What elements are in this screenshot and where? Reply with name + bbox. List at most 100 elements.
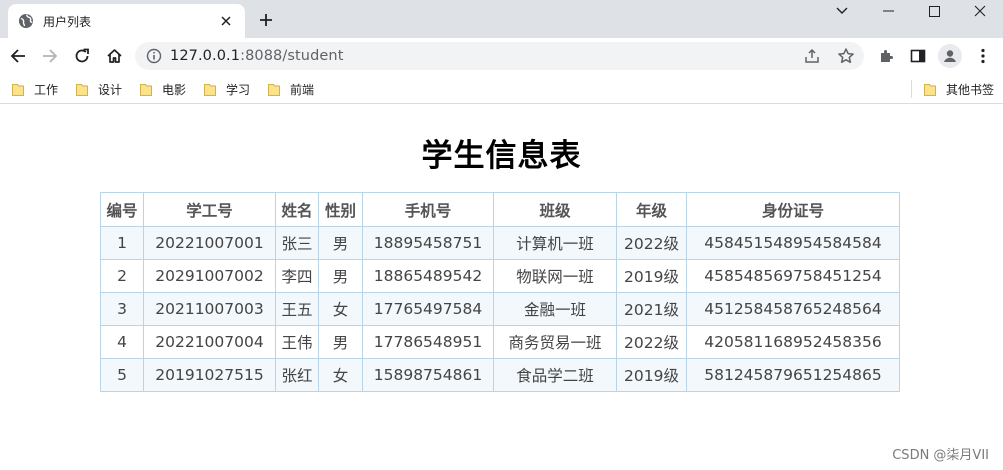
cell-idcard: 420581168952458356 — [686, 325, 900, 359]
cell-phone: 17765497584 — [362, 292, 494, 326]
cell-idcard: 581245879651254865 — [686, 358, 900, 392]
folder-icon — [12, 83, 24, 96]
cell-stuno: 20211007003 — [143, 292, 276, 326]
new-tab-button[interactable] — [256, 10, 276, 30]
cell-grade: 2022级 — [616, 226, 687, 260]
student-table: 编号 学工号 姓名 性别 手机号 班级 年级 身份证号 1 2022100700… — [100, 192, 900, 392]
cell-gender: 女 — [318, 292, 363, 326]
url-text: 127.0.0.1:8088/student — [170, 48, 344, 64]
browser-toolbar: 127.0.0.1:8088/student — [0, 38, 1003, 74]
reload-icon — [75, 48, 89, 63]
profile-avatar[interactable] — [938, 44, 962, 68]
info-icon[interactable] — [146, 48, 162, 64]
bookmarks-bar: 工作 设计 电影 学习 前端 其他书签 — [0, 74, 1003, 104]
cell-stuno: 20221007001 — [143, 226, 276, 260]
cell-id: 1 — [100, 226, 144, 260]
cell-class: 商务贸易一班 — [493, 325, 617, 359]
cell-idcard: 451258458765248564 — [686, 292, 900, 326]
bookmark-folder-study[interactable]: 学习 — [204, 81, 250, 97]
cell-idcard: 458548569758451254 — [686, 259, 900, 293]
folder-icon — [204, 83, 216, 96]
person-icon — [944, 50, 956, 62]
cell-name: 李四 — [275, 259, 319, 293]
cell-gender: 男 — [318, 259, 363, 293]
cell-id: 5 — [100, 358, 144, 392]
cell-stuno: 20221007004 — [143, 325, 276, 359]
cell-id: 2 — [100, 259, 144, 293]
folder-icon — [924, 83, 936, 96]
cell-id: 4 — [100, 325, 144, 359]
cell-grade: 2021级 — [616, 292, 687, 326]
cell-phone: 15898754861 — [362, 358, 494, 392]
header-class: 班级 — [493, 192, 617, 227]
cell-idcard: 458451548954584584 — [686, 226, 900, 260]
bookmark-label: 前端 — [290, 82, 315, 97]
cell-stuno: 20191027515 — [143, 358, 276, 392]
url-path: :8088/student — [240, 48, 344, 64]
bookmark-label: 电影 — [162, 82, 187, 97]
tab-strip: 用户列表 — [0, 0, 1003, 38]
cell-class: 物联网一班 — [493, 259, 617, 293]
cell-id: 3 — [100, 292, 144, 326]
minimize-button[interactable] — [865, 0, 911, 22]
bookmark-folder-design[interactable]: 设计 — [76, 81, 122, 97]
cell-phone: 18865489542 — [362, 259, 494, 293]
cell-name: 王伟 — [275, 325, 319, 359]
globe-icon — [18, 13, 34, 29]
cell-phone: 17786548951 — [362, 325, 494, 359]
table-row: 4 20221007004 王伟 男 17786548951 商务贸易一班 20… — [100, 325, 900, 359]
header-gender: 性别 — [318, 192, 363, 227]
arrow-right-icon — [43, 49, 58, 63]
page-title: 学生信息表 — [421, 138, 582, 174]
table-row: 1 20221007001 张三 男 18895458751 计算机一班 202… — [100, 226, 900, 260]
folder-icon — [268, 83, 280, 96]
tab-title: 用户列表 — [43, 14, 92, 29]
tab-user-list[interactable]: 用户列表 — [8, 4, 245, 38]
window-close-button[interactable] — [957, 0, 1003, 22]
share-icon[interactable] — [804, 48, 820, 64]
table-header-row: 编号 学工号 姓名 性别 手机号 班级 年级 身份证号 — [100, 192, 900, 227]
menu-button[interactable] — [970, 43, 996, 69]
watermark: CSDN @柒月VII — [892, 448, 989, 463]
table-row: 5 20191027515 张红 女 15898754861 食品学二班 201… — [100, 358, 900, 392]
bookmark-label: 工作 — [34, 82, 59, 97]
bookmarks-divider — [911, 80, 912, 98]
maximize-button[interactable] — [911, 0, 957, 22]
cell-gender: 女 — [318, 358, 363, 392]
bookmark-folder-frontend[interactable]: 前端 — [268, 81, 314, 97]
reload-button[interactable] — [69, 43, 95, 69]
home-button[interactable] — [101, 43, 127, 69]
cell-name: 张红 — [275, 358, 319, 392]
cell-stuno: 20291007002 — [143, 259, 276, 293]
cell-class: 食品学二班 — [493, 358, 617, 392]
arrow-left-icon — [10, 49, 25, 63]
close-icon[interactable] — [217, 12, 235, 30]
url-host: 127.0.0.1 — [170, 48, 241, 64]
cell-gender: 男 — [318, 226, 363, 260]
side-panel-button[interactable] — [905, 43, 931, 69]
bookmark-folder-work[interactable]: 工作 — [12, 81, 58, 97]
table-row: 3 20211007003 王五 女 17765497584 金融一班 2021… — [100, 292, 900, 326]
header-phone: 手机号 — [362, 192, 494, 227]
cell-grade: 2019级 — [616, 259, 687, 293]
address-bar[interactable]: 127.0.0.1:8088/student — [135, 42, 864, 70]
more-vert-icon — [981, 48, 985, 64]
bookmark-label: 设计 — [98, 82, 123, 97]
bookmark-folder-movies[interactable]: 电影 — [140, 81, 186, 97]
star-icon[interactable] — [837, 47, 855, 65]
folder-icon — [140, 83, 152, 96]
back-button[interactable] — [5, 43, 31, 69]
cell-phone: 18895458751 — [362, 226, 494, 260]
forward-button[interactable] — [37, 43, 63, 69]
cell-grade: 2019级 — [616, 358, 687, 392]
tab-search-button[interactable] — [819, 0, 865, 22]
bookmark-label: 学习 — [226, 82, 251, 97]
puzzle-icon — [881, 50, 893, 62]
folder-icon — [76, 83, 88, 96]
header-id: 编号 — [100, 192, 144, 227]
cell-class: 金融一班 — [493, 292, 617, 326]
cell-name: 张三 — [275, 226, 319, 260]
header-stuno: 学工号 — [143, 192, 276, 227]
extensions-button[interactable] — [873, 43, 899, 69]
bookmark-folder-other[interactable]: 其他书签 — [924, 81, 994, 97]
